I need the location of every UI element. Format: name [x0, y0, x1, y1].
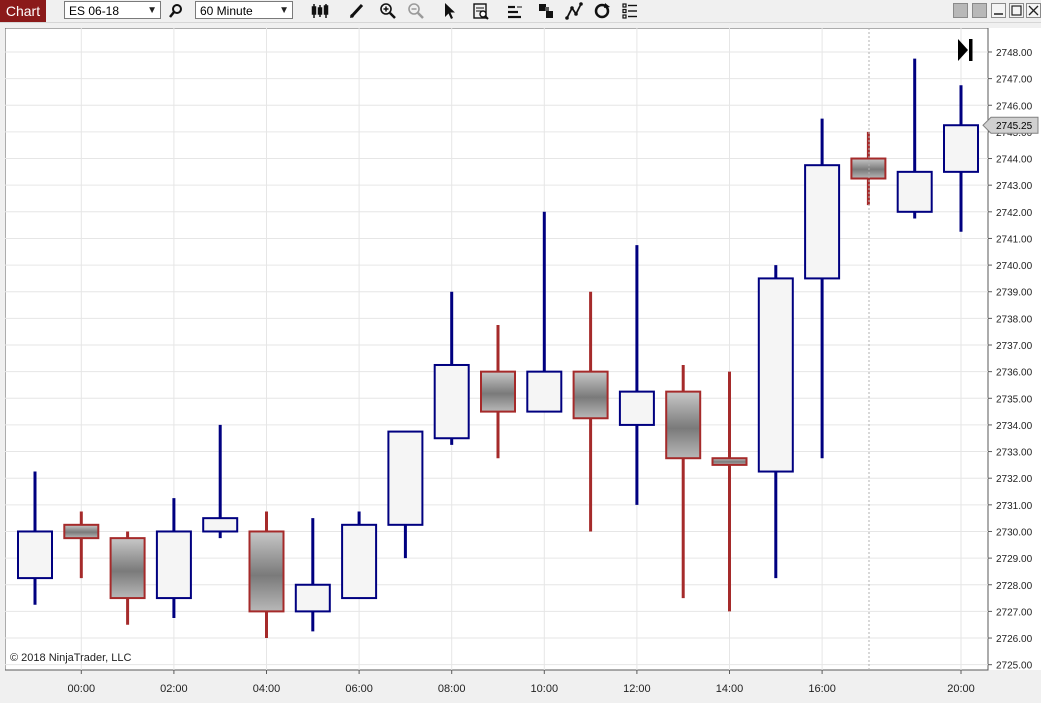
candle-body	[943, 124, 979, 173]
candle[interactable]	[341, 511, 378, 600]
time-tick-label: 12:00	[623, 683, 651, 695]
candle-body	[757, 277, 794, 473]
price-tick-label: 2727.00	[996, 607, 1033, 618]
candle-body	[711, 457, 748, 466]
price-tick-label: 2740.00	[996, 261, 1033, 272]
candle-body	[433, 363, 470, 440]
price-tick-label: 2748.00	[996, 48, 1033, 59]
price-tick-label: 2743.00	[996, 181, 1033, 192]
price-tick-label: 2734.00	[996, 421, 1033, 432]
minimize-icon[interactable]	[991, 3, 1006, 18]
candle-body	[804, 164, 841, 280]
price-tick-label: 2733.00	[996, 448, 1033, 459]
candle-body	[155, 530, 192, 600]
candle-body	[341, 523, 378, 600]
time-tick-label: 08:00	[438, 683, 466, 695]
interval-select[interactable]: 60 Minute ▼	[195, 1, 293, 19]
maximize-icon[interactable]	[1009, 3, 1024, 18]
time-tick-label: 16:00	[808, 683, 836, 695]
candle-body	[526, 370, 563, 413]
candle-body	[109, 537, 146, 600]
price-tick-label: 2737.00	[996, 341, 1033, 352]
instrument-value: ES 06-18	[69, 4, 120, 18]
candle-body	[248, 530, 285, 613]
search-icon[interactable]	[167, 1, 187, 21]
time-axis-ticks: 00:00 02:00 04:00 06:00 08:00 10:00 12:00 14:00…	[68, 670, 975, 695]
candle-body	[387, 430, 424, 526]
last-price-label: 2745.25	[996, 121, 1033, 132]
chart-toolbar: Chart ES 06-18 ▼ 60 Minute ▼	[0, 0, 1041, 23]
candle-body	[17, 530, 53, 580]
properties-icon[interactable]	[620, 1, 640, 21]
price-tick-label: 2735.00	[996, 394, 1033, 405]
candle-body	[850, 157, 887, 180]
interval-value: 60 Minute	[200, 4, 253, 18]
candle-body	[294, 583, 331, 613]
tile-icon[interactable]	[972, 3, 987, 18]
price-tick-label: 2726.00	[996, 634, 1033, 645]
candle-body	[896, 170, 933, 213]
price-tick-label: 2747.00	[996, 75, 1033, 86]
candle-body	[572, 370, 609, 420]
chart-tab[interactable]: Chart	[0, 0, 46, 22]
time-tick-label: 14:00	[716, 683, 744, 695]
time-tick-label: 06:00	[345, 683, 373, 695]
price-tick-label: 2729.00	[996, 554, 1033, 565]
price-tick-label: 2739.00	[996, 288, 1033, 299]
time-tick-label: 20:00	[947, 683, 975, 695]
zoom-out-icon[interactable]	[406, 1, 426, 21]
data-box-icon[interactable]	[471, 1, 491, 21]
draw-pencil-icon[interactable]	[347, 1, 367, 21]
candlestick-chart[interactable]: 2725.00 2726.00 2727.00 2728.00 2729.00 2730.…	[4, 27, 1041, 698]
chevron-down-icon: ▼	[279, 5, 289, 16]
time-tick-label: 00:00	[68, 683, 96, 695]
close-icon[interactable]	[1026, 3, 1041, 18]
reload-icon[interactable]	[592, 1, 612, 21]
candle-body	[665, 390, 702, 460]
candle-body	[618, 390, 655, 426]
pointer-icon[interactable]	[440, 1, 460, 21]
price-tick-label: 2725.00	[996, 661, 1033, 672]
price-tick-label: 2736.00	[996, 368, 1033, 379]
price-tick-label: 2746.00	[996, 101, 1033, 112]
copyright-text: © 2018 NinjaTrader, LLC	[10, 652, 131, 664]
instrument-select[interactable]: ES 06-18 ▼	[64, 1, 161, 19]
drawing-tools-icon[interactable]	[564, 1, 584, 21]
candle-body	[480, 370, 516, 413]
indicators-icon[interactable]	[536, 1, 556, 21]
price-tick-label: 2742.00	[996, 208, 1033, 219]
strategies-icon[interactable]	[505, 1, 525, 21]
candle-body	[63, 523, 100, 540]
candle-body	[202, 517, 239, 533]
price-tick-label: 2728.00	[996, 581, 1033, 592]
price-tick-label: 2732.00	[996, 474, 1033, 485]
price-tick-label: 2741.00	[996, 234, 1033, 245]
price-tick-label: 2744.00	[996, 155, 1033, 166]
price-tick-label: 2731.00	[996, 501, 1033, 512]
tile-icon[interactable]	[953, 3, 968, 18]
price-tick-label: 2738.00	[996, 314, 1033, 325]
chart-panel[interactable]: 2725.00 2726.00 2727.00 2728.00 2729.00 2730.…	[4, 27, 1041, 698]
time-tick-label: 10:00	[531, 683, 559, 695]
last-price-marker: 2745.25	[982, 116, 1039, 134]
time-tick-label: 02:00	[160, 683, 188, 695]
chevron-down-icon: ▼	[147, 5, 157, 16]
bar-type-icon[interactable]	[310, 1, 330, 21]
zoom-in-icon[interactable]	[378, 1, 398, 21]
time-tick-label: 04:00	[253, 683, 281, 695]
price-tick-label: 2730.00	[996, 527, 1033, 538]
